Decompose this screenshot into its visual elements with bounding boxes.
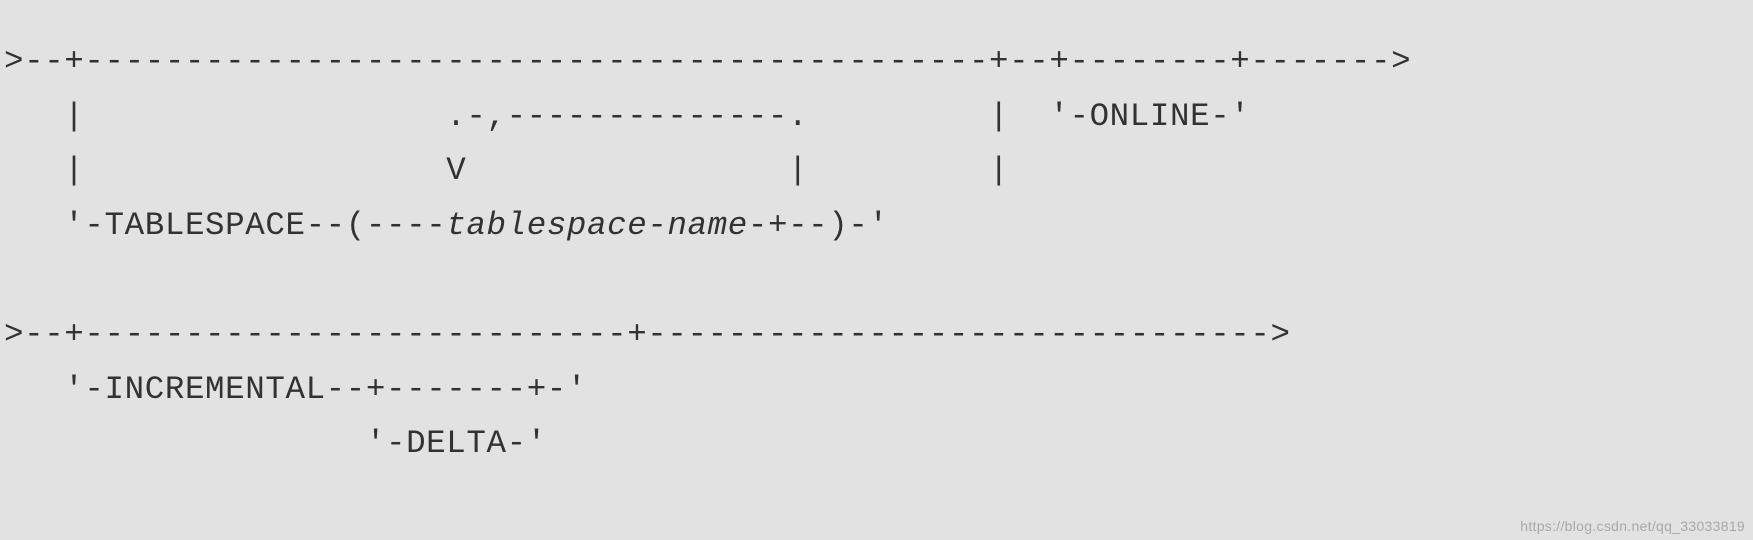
online-keyword: ONLINE — [1090, 98, 1211, 135]
tablespace-keyword: TABLESPACE — [105, 207, 306, 244]
rail-line-1: >--+------------------------------------… — [4, 43, 1411, 80]
rail-line-4b: --(---- — [306, 207, 447, 244]
rail-line-8a: '- — [4, 425, 406, 462]
watermark: https://blog.csdn.net/qq_33033819 — [1520, 518, 1745, 534]
delta-keyword: DELTA — [406, 425, 507, 462]
incremental-keyword: INCREMENTAL — [105, 371, 326, 408]
rail-line-2b: -' — [1210, 98, 1250, 135]
rail-line-7a: '- — [4, 371, 105, 408]
rail-line-7b: --+-------+-' — [326, 371, 587, 408]
rail-line-4c: -+--)-' — [748, 207, 889, 244]
tablespace-name-param: tablespace-name — [446, 207, 748, 244]
rail-line-8b: -' — [507, 425, 547, 462]
rail-line-3: | V | | — [4, 152, 1009, 189]
rail-line-2a: | .-,--------------. | '- — [4, 98, 1090, 135]
rail-line-6: >--+---------------------------+--------… — [4, 316, 1291, 353]
syntax-railroad-diagram: >--+------------------------------------… — [4, 35, 1411, 472]
rail-line-4a: '- — [4, 207, 105, 244]
